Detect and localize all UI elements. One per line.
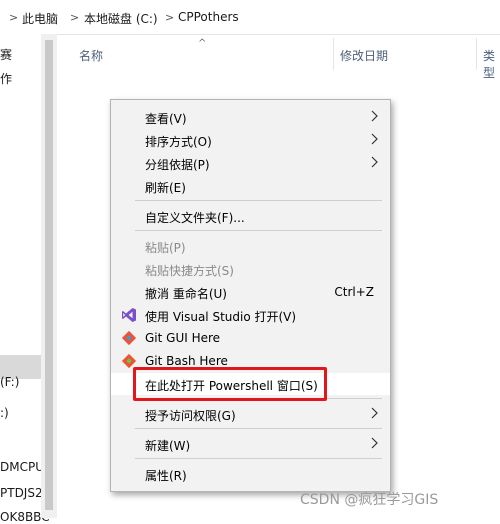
- context-menu: 查看(V) 排序方式(O) 分组依据(P) 刷新(E) 自定义文件夹(F)...…: [110, 99, 391, 492]
- menu-item-label: 授予访问权限(G): [145, 409, 236, 423]
- column-header-name[interactable]: 名称: [79, 47, 103, 64]
- menu-item-label: 排序方式(O): [145, 135, 212, 149]
- column-header-type[interactable]: 类型: [483, 47, 500, 81]
- menu-item-paste[interactable]: 粘贴(P): [111, 235, 390, 257]
- menu-item-label: 粘贴快捷方式(S): [145, 264, 234, 278]
- highlight-annotation-box: [133, 367, 327, 401]
- menu-separator: [135, 428, 382, 429]
- menu-separator: [135, 230, 382, 231]
- sidebar-scrollbar-thumb[interactable]: [45, 40, 53, 510]
- menu-item-sort-by[interactable]: 排序方式(O): [111, 129, 390, 151]
- menu-item-label: Git GUI Here: [145, 331, 221, 345]
- breadcrumb-separator: >: [70, 11, 80, 24]
- column-divider[interactable]: [476, 38, 477, 70]
- visual-studio-icon: [122, 308, 136, 322]
- nav-item[interactable]: 作: [0, 70, 12, 87]
- breadcrumb-item-this-pc[interactable]: 此电脑: [22, 10, 58, 27]
- chevron-right-icon: [371, 110, 378, 122]
- sort-ascending-icon: ^: [198, 38, 207, 49]
- menu-item-label: 撤消 重命名(U): [145, 287, 227, 301]
- nav-item[interactable]: :): [0, 406, 9, 420]
- column-divider[interactable]: [333, 38, 334, 70]
- menu-item-label: 新建(W): [145, 439, 191, 453]
- menu-item-label: 查看(V): [145, 112, 187, 126]
- chevron-right-icon: [371, 156, 378, 168]
- chevron-right-icon: [371, 407, 378, 419]
- menu-item-paste-shortcut[interactable]: 粘贴快捷方式(S): [111, 258, 390, 280]
- menu-separator: [135, 458, 382, 459]
- menu-separator: [135, 200, 382, 201]
- nav-item[interactable]: PTDJS2: [0, 486, 43, 500]
- column-header-date-modified[interactable]: 修改日期: [340, 47, 388, 64]
- menu-item-label: 粘贴(P): [145, 241, 186, 255]
- breadcrumb-separator: >: [9, 11, 19, 24]
- menu-item-properties[interactable]: 属性(R): [111, 463, 390, 485]
- breadcrumb-item-local-disk[interactable]: 本地磁盘 (C:): [84, 10, 158, 27]
- menu-item-new[interactable]: 新建(W): [111, 433, 390, 455]
- nav-item[interactable]: 赛: [0, 46, 12, 63]
- menu-item-label: 属性(R): [145, 469, 187, 483]
- menu-item-label: 刷新(E): [145, 181, 186, 195]
- menu-item-view[interactable]: 查看(V): [111, 106, 390, 128]
- git-gui-icon: [121, 330, 137, 346]
- menu-item-group-by[interactable]: 分组依据(P): [111, 152, 390, 174]
- menu-item-shortcut: Ctrl+Z: [334, 285, 374, 299]
- menu-item-git-gui-here[interactable]: Git GUI Here: [111, 327, 390, 349]
- menu-item-label: 自定义文件夹(F)...: [145, 211, 245, 225]
- menu-item-undo-rename[interactable]: 撤消 重命名(U) Ctrl+Z: [111, 281, 390, 303]
- menu-item-open-with-visual-studio[interactable]: 使用 Visual Studio 打开(V): [111, 304, 390, 326]
- chevron-right-icon: [371, 133, 378, 145]
- nav-item[interactable]: (F:): [0, 375, 19, 389]
- menu-item-label: 分组依据(P): [145, 158, 210, 172]
- breadcrumb-item-cppothers[interactable]: CPPothers: [178, 10, 239, 24]
- breadcrumb-separator: >: [165, 11, 175, 24]
- navigation-pane: 赛 作 (F:) :) DMCPUI PTDJS2 OK8BBC: [0, 34, 50, 524]
- address-bar[interactable]: > 此电脑 > 本地磁盘 (C:) > CPPothers: [0, 0, 500, 35]
- watermark: CSDN @疯狂学习GIS: [300, 492, 439, 508]
- menu-item-label: 使用 Visual Studio 打开(V): [145, 310, 297, 324]
- menu-item-customize-folder[interactable]: 自定义文件夹(F)...: [111, 205, 390, 227]
- menu-item-refresh[interactable]: 刷新(E): [111, 175, 390, 197]
- chevron-right-icon: [371, 437, 378, 449]
- menu-item-label: Git Bash Here: [145, 354, 228, 368]
- menu-item-give-access-to[interactable]: 授予访问权限(G): [111, 403, 390, 425]
